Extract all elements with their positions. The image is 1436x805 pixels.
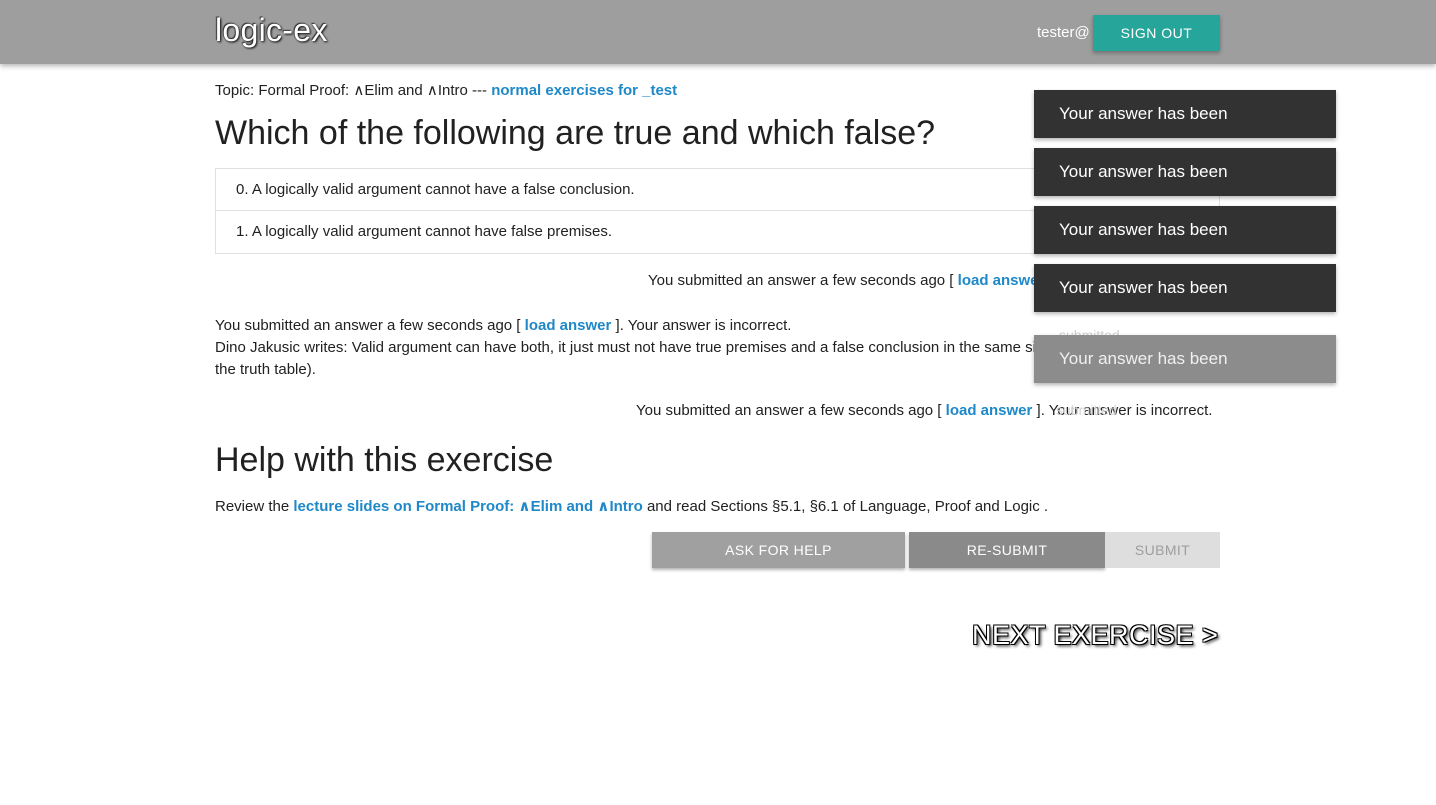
review-suffix: and read Sections §5.1, §6.1 of Language… [646,498,1049,515]
submission-text: You submitted an answer a few seconds ag… [215,317,521,334]
help-heading: Help with this exercise [215,441,554,479]
topic-prefix: Topic: Formal Proof: ∧Elim and ∧Intro --… [215,82,488,99]
submission-text: You submitted an answer a few seconds ag… [648,272,954,289]
top-bar: logic-ex tester@ SIGN OUT [0,0,1436,64]
statement-text: 1. A logically valid argument cannot hav… [236,223,613,240]
submission-result: ]. Your answer is incorrect. [615,317,792,334]
load-answer-link[interactable]: load answer [946,402,1033,419]
load-answer-link[interactable]: load answer [958,272,1045,289]
question-title: Which of the following are true and whic… [215,114,936,152]
toast-notification[interactable]: Your answer has been [1034,335,1336,383]
toast-notification[interactable]: Your answer has been [1034,90,1336,138]
toast-notification[interactable]: Your answer has been [1034,206,1336,254]
review-line: Review the lecture slides on Formal Proo… [215,497,1048,515]
next-exercise-link[interactable]: NEXT EXERCISE > [972,620,1218,651]
lecture-slides-link[interactable]: lecture slides on Formal Proof: ∧Elim an… [293,498,642,515]
submission-line-3: You submitted an answer a few seconds ag… [636,402,1212,419]
user-email: tester@ [1037,24,1090,41]
resubmit-button[interactable]: RE-SUBMIT [909,532,1105,568]
app-logo[interactable]: logic-ex [215,12,328,49]
exercise-set-link[interactable]: normal exercises for _test [491,82,677,99]
toast-notification[interactable]: Your answer has been [1034,264,1336,312]
load-answer-link[interactable]: load answer [525,317,612,334]
statement-text: 0. A logically valid argument cannot hav… [236,181,635,198]
toast-notification[interactable]: Your answer has been [1034,148,1336,196]
ask-for-help-button[interactable]: ASK FOR HELP [652,532,905,568]
review-prefix: Review the [215,498,290,515]
submission-text: You submitted an answer a few seconds ag… [636,402,942,419]
submission-line-1: You submitted an answer a few seconds ag… [648,272,1044,289]
topic-line: Topic: Formal Proof: ∧Elim and ∧Intro --… [215,81,677,99]
sign-out-button[interactable]: SIGN OUT [1093,15,1220,51]
toast-ghost-text: submitted [1056,402,1117,418]
submit-button[interactable]: SUBMIT [1105,532,1220,568]
